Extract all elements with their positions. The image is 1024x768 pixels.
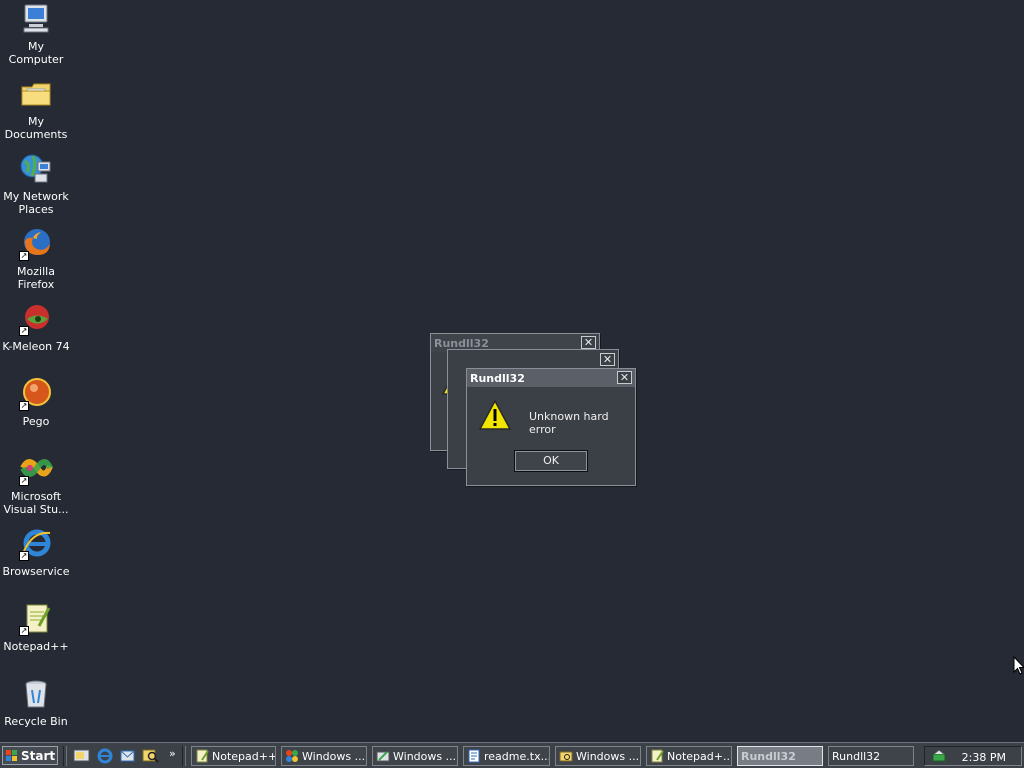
desktop-icon-my-documents[interactable]: My Documents (0, 77, 72, 141)
taskbar-separator (182, 746, 186, 766)
network-icon (19, 152, 53, 186)
desktop-icon-label: My Documents (4, 115, 68, 141)
desktop-icon-label: Microsoft Visual Stu... (3, 490, 69, 516)
desktop-icon-pego[interactable]: ↗ Pego (0, 377, 72, 428)
desktop-icon-k-meleon[interactable]: ↗ K-Meleon 74 (0, 302, 72, 353)
windows-logo-icon (6, 749, 17, 761)
desktop-icon-mozilla-firefox[interactable]: ↗ Mozilla Firefox (0, 227, 72, 291)
firefox-icon: ↗ (19, 227, 53, 261)
taskbar-button-windows-3[interactable]: Windows ... (555, 746, 641, 766)
start-button[interactable]: Start (2, 746, 58, 765)
system-tray: 2:38 PM (924, 746, 1022, 766)
quick-launch-chevron[interactable]: » (169, 747, 176, 760)
taskbar-button-label: Windows ... (393, 749, 457, 763)
desktop-icon-label: K-Meleon 74 (2, 340, 70, 353)
text-file-icon (468, 749, 480, 763)
k-meleon-icon: ↗ (19, 302, 53, 336)
taskbar-button-notepadpp-2[interactable]: Notepad+... (646, 746, 732, 766)
dialog-title: Rundll32 (467, 369, 635, 387)
desktop-icon-label: My Computer (8, 40, 64, 66)
close-button[interactable]: ✕ (617, 371, 632, 384)
computer-icon (19, 2, 53, 36)
recycle-bin-icon (19, 677, 53, 711)
windows-explorer-icon (559, 751, 573, 762)
shortcut-arrow-icon: ↗ (19, 551, 29, 561)
outlook-icon[interactable] (119, 747, 136, 764)
visual-studio-icon: ↗ (19, 452, 53, 486)
desktop-icon-my-computer[interactable]: My Computer (0, 2, 72, 66)
taskbar-button-rundll32[interactable]: Rundll32 (828, 746, 914, 766)
taskbar-button-windows-2[interactable]: Windows ... (372, 746, 458, 766)
mouse-cursor-icon (1013, 656, 1024, 675)
shortcut-arrow-icon: ↗ (19, 326, 29, 336)
taskbar-separator (63, 746, 67, 766)
taskbar-button-readme[interactable]: readme.tx... (463, 746, 550, 766)
dialog-message: Unknown hard error (529, 410, 609, 436)
ie-icon: ↗ (19, 527, 53, 561)
shortcut-arrow-icon: ↗ (19, 251, 29, 261)
taskbar-button-label: Rundll32 (741, 749, 796, 763)
start-label: Start (21, 748, 56, 763)
close-button[interactable]: ✕ (581, 336, 596, 349)
tray-app-icon[interactable] (931, 748, 947, 764)
shortcut-arrow-icon: ↗ (19, 626, 29, 636)
taskbar-button-label: Notepad+... (667, 749, 732, 763)
desktop-icon-label: My Network Places (3, 190, 69, 216)
ok-button[interactable]: OK (514, 450, 588, 472)
desktop-icon-recycle-bin[interactable]: Recycle Bin (0, 677, 72, 728)
taskbar-button-windows-1[interactable]: Windows ... (281, 746, 367, 766)
close-button[interactable]: ✕ (600, 353, 615, 366)
ie-icon[interactable] (96, 747, 113, 764)
taskbar-button-label: readme.tx... (484, 749, 550, 763)
desktop-icon-label: Recycle Bin (4, 715, 68, 728)
search-icon[interactable] (142, 747, 159, 764)
desktop-icon-label: Browservice (2, 565, 70, 578)
shortcut-arrow-icon: ↗ (19, 476, 29, 486)
desktop-icon-label: Pego (22, 415, 50, 428)
taskbar-button-label: Windows ... (576, 749, 640, 763)
taskbar-button-rundll32-active[interactable]: Rundll32 (737, 746, 823, 766)
taskbar-button-label: Windows ... (302, 749, 366, 763)
taskbar-button-label: Notepad++ (212, 749, 276, 763)
clock[interactable]: 2:38 PM (962, 751, 1006, 764)
taskbar: Start » Notepad++ Windows ... Windows ..… (0, 742, 1024, 768)
notepad-plus-plus-icon: ↗ (19, 602, 53, 636)
desktop-icon-label: Notepad++ (3, 640, 69, 653)
warning-icon (478, 399, 512, 431)
windows-explorer-icon (286, 750, 298, 762)
desktop-icon-my-network-places[interactable]: My Network Places (0, 152, 72, 216)
pego-icon: ↗ (19, 377, 53, 411)
taskbar-button-notepadpp[interactable]: Notepad++ (191, 746, 276, 766)
desktop-icon-visual-studio[interactable]: ↗ Microsoft Visual Stu... (0, 452, 72, 516)
desktop-icon-browservice[interactable]: ↗ Browservice (0, 527, 72, 578)
folder-icon (19, 77, 53, 111)
desktop-icon-notepad-plus-plus[interactable]: ↗ Notepad++ (0, 602, 72, 653)
notepad-plus-plus-icon (651, 749, 664, 763)
taskbar-button-label: Rundll32 (832, 749, 881, 763)
windows-tool-icon (376, 751, 390, 762)
dialog-rundll32-front[interactable]: Rundll32 ✕ Unknown hard error OK (466, 368, 636, 486)
show-desktop-icon[interactable] (73, 747, 90, 764)
desktop-icon-label: Mozilla Firefox (17, 265, 55, 291)
notepad-plus-plus-icon (196, 749, 209, 763)
shortcut-arrow-icon: ↗ (19, 401, 29, 411)
